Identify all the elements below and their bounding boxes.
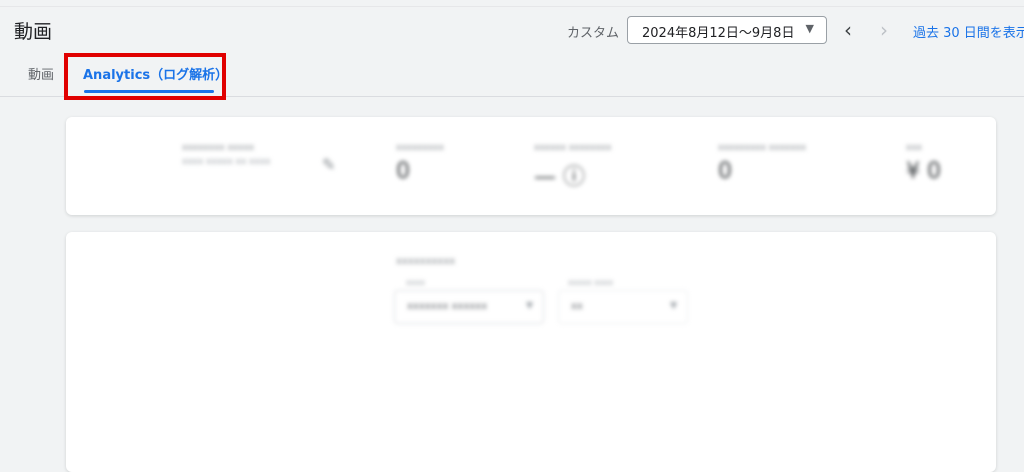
analytics-main-card: xxxxxxxxxx xxxx xxxxxxx xxxxxx ▼ xxxxx x…	[66, 232, 996, 472]
metric-label: xxx	[906, 143, 922, 153]
filter-select-2[interactable]: xx ▼	[558, 290, 688, 324]
tab-video[interactable]: 動画	[28, 64, 54, 83]
highlight-annotation-box	[64, 53, 226, 100]
date-range-select[interactable]: 2024年8月12日～9月8日 ▼	[627, 16, 827, 44]
pencil-icon[interactable]: ✎	[322, 155, 335, 174]
dropdown-arrow-icon: ▼	[805, 22, 814, 35]
filter-section-title: xxxxxxxxxx	[396, 256, 456, 267]
top-bar: 動画 カスタム 2024年8月12日～9月8日 ▼ ‹ › 過去 30 日間を表…	[0, 0, 1024, 100]
top-divider	[0, 6, 1024, 7]
show-past-30-days-link[interactable]: 過去 30 日間を表示	[913, 22, 1024, 41]
metric-3: xxxxxxxxx xxxxxxx 0	[718, 143, 806, 184]
select-1-value: xxxxxxx xxxxxx	[407, 301, 488, 312]
metric-1: xxxxxxxxx 0	[396, 143, 444, 184]
video-title: xxxxxxxx xxxxx	[182, 143, 255, 153]
metric-4: xxx ¥ 0	[906, 143, 941, 184]
video-subtitle: xxxx xxxxx xx xxxx	[182, 157, 271, 167]
chevron-right-icon[interactable]: ›	[872, 17, 896, 43]
stats-card: xxxxxxxx xxxxx xxxx xxxxx xx xxxx ✎ xxxx…	[66, 117, 996, 215]
dropdown-arrow-icon: ▼	[670, 301, 677, 311]
select-2-value: xx	[571, 301, 583, 312]
chevron-left-icon[interactable]: ‹	[836, 17, 860, 43]
date-range-value: 2024年8月12日～9月8日	[642, 26, 795, 41]
metric-value: ¥ 0	[906, 159, 941, 184]
metric-label: xxxxxx xxxxxxxx	[534, 143, 612, 153]
select-1-label: xxxx	[406, 278, 425, 287]
metric-label: xxxxxxxxx	[396, 143, 444, 153]
dropdown-arrow-icon: ▼	[526, 301, 533, 311]
metric-2: xxxxxx xxxxxxxx — ⓘ	[534, 143, 611, 191]
metric-label: xxxxxxxxx xxxxxxx	[718, 143, 807, 153]
metric-value: 0	[718, 159, 732, 184]
video-info: xxxxxxxx xxxxx xxxx xxxxx xx xxxx	[182, 143, 270, 167]
metric-value: — ⓘ	[534, 165, 585, 190]
select-2-label: xxxxx xxxx	[568, 278, 614, 287]
date-range-type-label: カスタム	[567, 26, 620, 41]
filter-select-1[interactable]: xxxxxxx xxxxxx ▼	[394, 290, 544, 324]
page-title: 動画	[14, 21, 53, 43]
metric-value: 0	[396, 159, 410, 184]
